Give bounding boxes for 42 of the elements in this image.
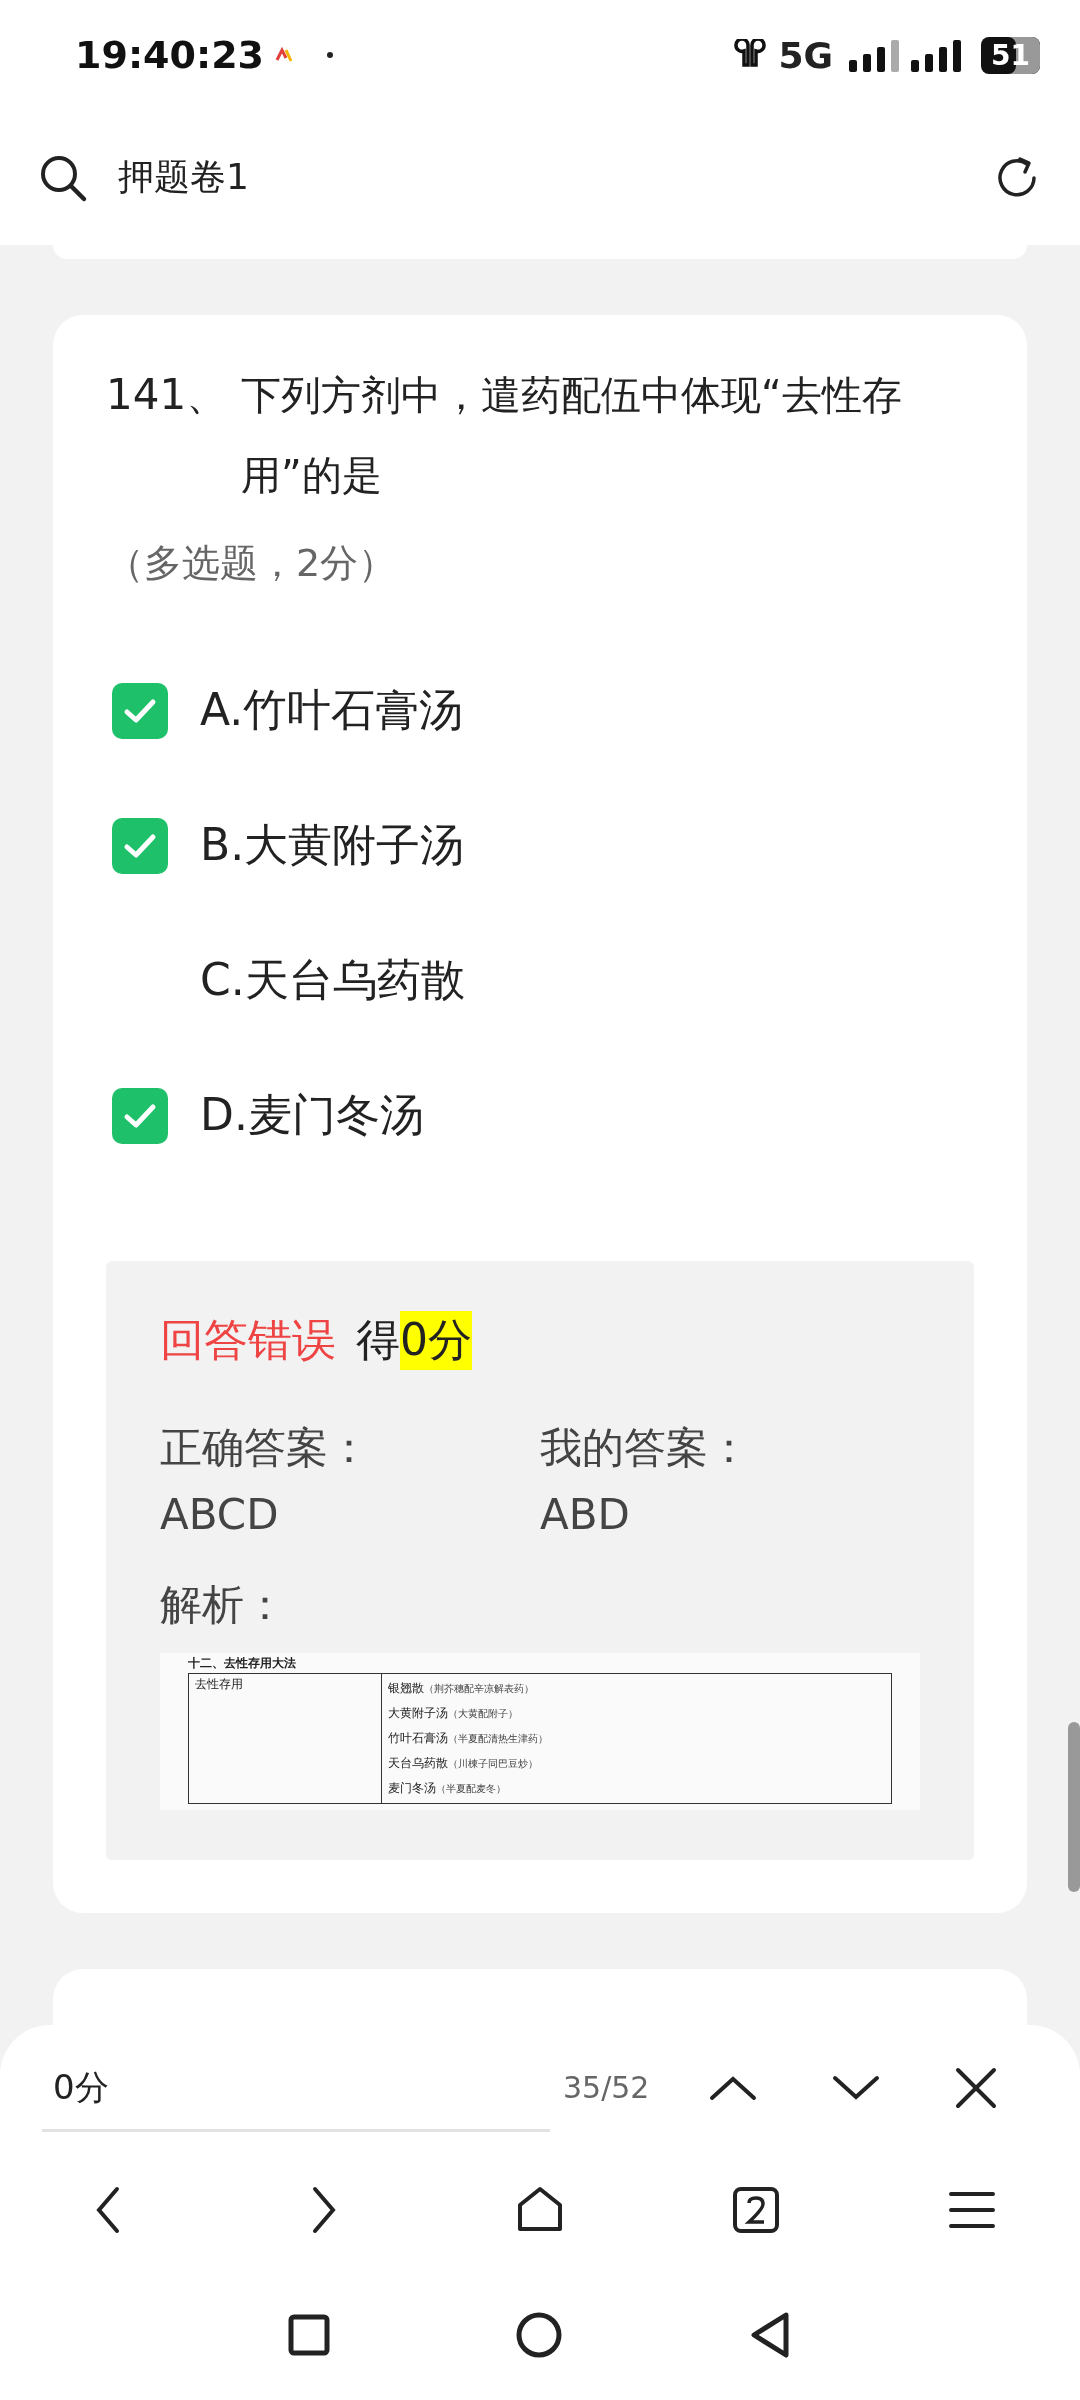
home-icon[interactable]: [515, 2311, 563, 2359]
recents-icon[interactable]: [288, 2314, 330, 2356]
table-cell-text: 竹叶石膏汤（半夏配清热生津药）: [388, 1730, 549, 1747]
option-label[interactable]: D.麦门冬汤: [200, 1086, 424, 1145]
score-highlight: 0分: [400, 1311, 472, 1370]
close-icon[interactable]: [955, 2066, 998, 2109]
answer-label: 我的答案：: [540, 1422, 751, 1474]
checkbox-checked[interactable]: [112, 1087, 168, 1144]
table-cell: 去性存用: [189, 1674, 382, 1803]
answer-value: ABD: [540, 1490, 631, 1539]
page-title: 押题卷1: [118, 155, 249, 199]
option-label[interactable]: A.竹叶石膏汤: [200, 681, 464, 740]
score-label: 得: [356, 1313, 400, 1367]
analysis-label: 解析：: [160, 1579, 287, 1631]
answer-label: 正确答案：: [160, 1422, 371, 1474]
option-label[interactable]: B.大黄附子汤: [200, 816, 465, 875]
option-label[interactable]: C.天台乌药散: [200, 951, 465, 1010]
table-title: 十二、去性存用大法: [188, 1655, 297, 1672]
signal-icon: [849, 38, 902, 72]
tabs-count-icon[interactable]: [732, 2186, 780, 2234]
dot-icon: [326, 51, 335, 59]
table-cell-text: 银翘散（荆芥穗配辛凉解表药）: [388, 1680, 535, 1697]
clock: 19:40:23: [75, 33, 265, 77]
signal-icon: [911, 38, 964, 72]
verdict-text: 回答错误: [160, 1313, 336, 1367]
table-cell-text: 大黄附子汤（大黄配附子）: [388, 1705, 519, 1722]
checkbox-checked[interactable]: [112, 817, 168, 874]
chevron-down-icon[interactable]: [832, 2074, 881, 2101]
checkbox-checked[interactable]: [112, 682, 168, 739]
score-text: 0分: [53, 2065, 110, 2109]
table-cell-text: 天台乌药散（川楝子同巴豆炒）: [388, 1755, 539, 1772]
question-number: 141、: [106, 369, 230, 421]
network-type: 5G: [778, 34, 834, 76]
scrollbar[interactable]: [1068, 1722, 1080, 1892]
menu-icon[interactable]: [948, 2190, 996, 2230]
answer-value: ABCD: [160, 1490, 280, 1539]
back-icon[interactable]: [748, 2311, 792, 2359]
result-counter: 35/52: [563, 2070, 650, 2105]
table-cell-text: 麦门冬汤（半夏配麦冬）: [388, 1780, 507, 1797]
question-type: （多选题，2分）: [106, 540, 398, 587]
chevron-up-icon[interactable]: [709, 2074, 758, 2101]
question-text: 下列方剂中，遣药配伍中体现“去性存用”的是: [241, 371, 903, 500]
